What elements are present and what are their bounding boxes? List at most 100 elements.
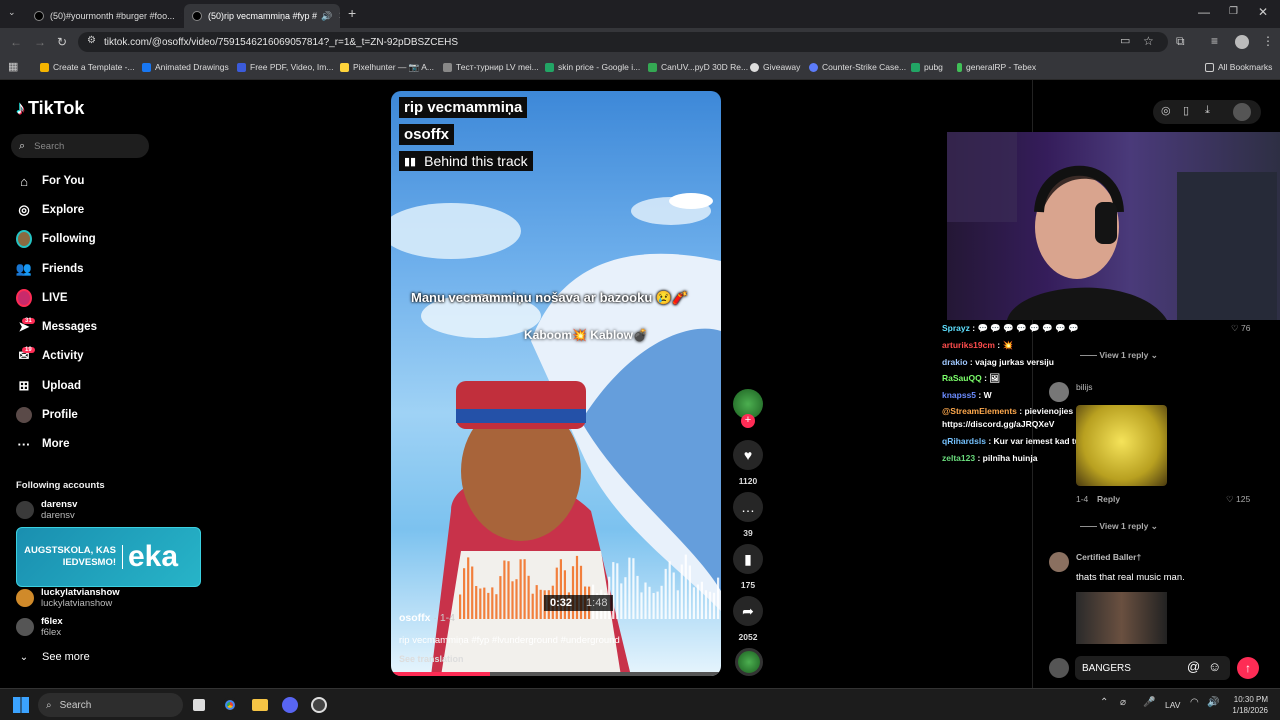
- see-more-button[interactable]: ⌄ See more: [16, 646, 90, 668]
- all-bookmarks-button[interactable]: All Bookmarks: [1205, 62, 1272, 72]
- mic-icon[interactable]: 🎤: [1143, 698, 1155, 708]
- restore-icon[interactable]: ❐: [1229, 7, 1238, 17]
- bookmark-item[interactable]: Animated Drawings: [142, 62, 229, 72]
- waveform-bar: [620, 583, 623, 619]
- video-author-line[interactable]: osoffx · 1-4: [399, 612, 455, 624]
- bookmark-item[interactable]: Giveaway: [750, 62, 800, 72]
- search-input[interactable]: ⌕ Search: [11, 134, 149, 158]
- bookmark-item[interactable]: Тест-турнир LV mei...: [443, 62, 539, 72]
- like-button[interactable]: ♥: [733, 440, 763, 470]
- nav-upload[interactable]: ⊞ Upload: [16, 375, 81, 397]
- avatar[interactable]: [1049, 382, 1069, 402]
- bookmark-item[interactable]: CanUV...pyD 30D Re...: [648, 62, 748, 72]
- clock[interactable]: 10:30 PM 1/18/2026: [1228, 694, 1268, 716]
- reply-username[interactable]: bilijs: [1076, 382, 1093, 392]
- avatar[interactable]: [1049, 552, 1069, 572]
- new-tab-button[interactable]: +: [348, 6, 356, 20]
- video-caption-1: Manu vecmammiņu nošava ar bazooku 😢🧨: [411, 290, 689, 305]
- phone-icon[interactable]: ▯: [1183, 106, 1189, 117]
- post-comment-button[interactable]: ↑: [1237, 657, 1259, 679]
- bookmark-item[interactable]: pubg: [911, 62, 943, 72]
- windows-start-icon[interactable]: [13, 697, 29, 713]
- follow-plus-icon[interactable]: +: [741, 414, 755, 428]
- wifi-icon[interactable]: ◠: [1190, 698, 1199, 708]
- reload-icon[interactable]: ↻: [57, 36, 67, 48]
- browser-tab-active[interactable]: (50)rip vecmammiņa #fyp # 🔊 ✕: [184, 4, 340, 28]
- mention-icon[interactable]: @: [1187, 660, 1200, 673]
- tiktok-logo[interactable]: ♪ TikTok: [16, 98, 84, 119]
- bookmark-item[interactable]: generalRP - Tebex: [957, 62, 1036, 72]
- volume-icon[interactable]: 🔊: [1207, 698, 1219, 708]
- bookmark-item[interactable]: Pixelhunter — 📷 A...: [340, 62, 434, 73]
- language-indicator[interactable]: LAV: [1165, 700, 1180, 710]
- avatar[interactable]: [1233, 103, 1251, 121]
- sound-disc-icon[interactable]: [735, 648, 763, 676]
- bookmark-item[interactable]: skin price - Google i...: [545, 62, 640, 72]
- tray-chevron-icon[interactable]: ⌃: [1100, 698, 1108, 708]
- chrome-icon[interactable]: [222, 697, 238, 713]
- nav-following[interactable]: Following: [16, 228, 96, 250]
- dove-shape: [669, 193, 713, 209]
- close-icon[interactable]: ✕: [332, 11, 340, 22]
- kebab-menu-icon[interactable]: ⋮: [1262, 35, 1274, 47]
- reply-button[interactable]: Reply: [1097, 494, 1120, 504]
- progress-track[interactable]: [391, 672, 721, 676]
- following-account[interactable]: f6lex f6lex: [16, 616, 63, 638]
- view-reply-button[interactable]: —— View 1 reply ⌄: [1080, 350, 1158, 361]
- network-icon[interactable]: ⌀: [1120, 698, 1126, 708]
- ad-overlay-banner[interactable]: AUGSTSKOLA, KAS IEDVESMO! eka: [16, 527, 201, 587]
- task-view-icon[interactable]: [193, 699, 205, 711]
- profile-avatar[interactable]: [1235, 35, 1249, 49]
- nav-live[interactable]: LIVE: [16, 287, 68, 309]
- behind-track-chip[interactable]: ▮▮ Behind this track: [399, 151, 533, 171]
- tab-search-icon[interactable]: ⌄: [8, 8, 16, 17]
- comment-like-count[interactable]: ♡ 76: [1231, 323, 1250, 334]
- forward-icon[interactable]: →: [34, 36, 46, 48]
- window-close-icon[interactable]: ✕: [1258, 6, 1268, 18]
- file-explorer-icon[interactable]: [252, 699, 268, 711]
- bookmark-item[interactable]: Create a Template -...: [40, 62, 135, 72]
- comment-username[interactable]: Certified Baller†: [1076, 552, 1141, 562]
- bookmark-item[interactable]: Counter-Strike Case...: [809, 62, 906, 72]
- nav-for-you[interactable]: ⌂ For You: [16, 170, 84, 192]
- compass-icon[interactable]: ◎: [1161, 106, 1171, 117]
- apps-grid-icon[interactable]: ▦: [8, 62, 18, 73]
- app-icon[interactable]: [311, 697, 327, 713]
- video-player[interactable]: rip vecmammiņa osoffx ▮▮ Behind this tra…: [391, 91, 721, 676]
- minimize-icon[interactable]: —: [1198, 6, 1210, 18]
- share-button[interactable]: ➦: [733, 596, 763, 626]
- following-account[interactable]: darensv darensv: [16, 499, 77, 521]
- see-translation-link[interactable]: See translation: [399, 654, 464, 664]
- media-controls-icon[interactable]: ≡: [1211, 35, 1218, 47]
- nav-friends[interactable]: 👥 Friends: [16, 258, 84, 280]
- back-icon[interactable]: ←: [10, 36, 22, 48]
- waveform-bar: [668, 561, 671, 619]
- chevron-down-icon: ⌄: [19, 651, 29, 663]
- time-total: 1:48: [586, 597, 608, 609]
- nav-more[interactable]: ··· More: [16, 433, 70, 455]
- emoji-icon[interactable]: ☺: [1208, 660, 1221, 673]
- comment-button[interactable]: …: [733, 492, 763, 522]
- reply-like-count[interactable]: ♡ 125: [1226, 494, 1250, 505]
- bookmark-item[interactable]: Free PDF, Video, Im...: [237, 62, 333, 72]
- extensions-icon[interactable]: ⧉: [1176, 35, 1185, 47]
- address-bar[interactable]: ⚙ tiktok.com/@osoffx/video/7591546216069…: [78, 32, 1168, 52]
- save-button[interactable]: ▮: [733, 544, 763, 574]
- site-info-icon[interactable]: ⚙: [87, 36, 96, 46]
- comment-input[interactable]: BANGERS @ ☺: [1075, 656, 1230, 680]
- close-icon[interactable]: ✕: [175, 11, 182, 22]
- download-icon[interactable]: ⤓: [1205, 105, 1210, 116]
- bookmark-star-icon[interactable]: ☆: [1143, 35, 1154, 47]
- avatar: [16, 618, 34, 636]
- following-account[interactable]: luckylatvianshow luckylatvianshow: [16, 587, 120, 609]
- taskbar-search[interactable]: ⌕ Search: [38, 693, 183, 717]
- browser-tab[interactable]: (50)#yourmonth #burger #foo... ✕: [26, 4, 182, 28]
- speaker-icon[interactable]: 🔊: [321, 11, 332, 22]
- cast-icon[interactable]: ▭: [1120, 36, 1130, 47]
- nav-profile[interactable]: Profile: [16, 404, 78, 426]
- view-reply-button[interactable]: —— View 1 reply ⌄: [1080, 521, 1158, 532]
- bookmark-favicon-icon: [648, 62, 657, 72]
- nav-explore[interactable]: ◎ Explore: [16, 199, 84, 221]
- discord-icon[interactable]: [282, 697, 298, 713]
- chevron-down-icon: ⌄: [1150, 350, 1158, 360]
